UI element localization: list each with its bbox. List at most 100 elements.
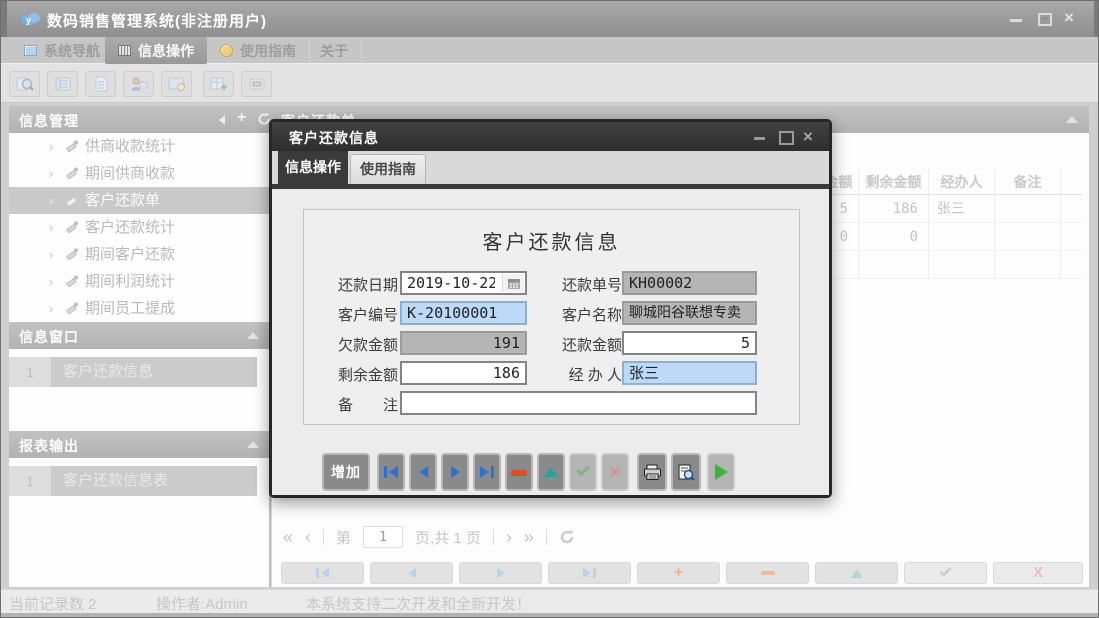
page-number-input[interactable] xyxy=(363,526,403,548)
tree-item-period-supplier[interactable]: › 期间供商收款 xyxy=(9,160,269,187)
item-number: 1 xyxy=(9,466,51,496)
remain-amount-field[interactable] xyxy=(400,361,527,385)
repay-amount-label: 还款金额 xyxy=(554,334,622,355)
debt-amount-label: 欠款金额 xyxy=(330,334,398,355)
tab-system-nav[interactable]: 系统导航 xyxy=(11,37,114,64)
list-icon[interactable] xyxy=(47,71,78,97)
dialog-tab-info-operation[interactable]: 信息操作 xyxy=(278,151,348,184)
cancel-button[interactable]: × xyxy=(601,453,629,491)
dialog-close-button[interactable]: × xyxy=(803,130,817,143)
dialog-body: 客户还款信息 还款日期 还款单号 KH00002 客户编号 xyxy=(272,189,829,495)
panel-header-info-window[interactable]: 信息窗口 xyxy=(9,322,269,349)
refresh-icon[interactable] xyxy=(559,529,575,545)
tree-item-label: 供商收款统计 xyxy=(85,133,175,160)
first-icon xyxy=(321,568,329,578)
confirm-button[interactable] xyxy=(569,453,597,491)
nav-add-button[interactable]: + xyxy=(637,562,720,584)
panel-collapse-left-icon[interactable] xyxy=(219,115,225,125)
document-icon[interactable] xyxy=(85,71,116,97)
nav-delete-button[interactable] xyxy=(726,562,809,584)
next-icon xyxy=(451,466,460,478)
status-message: 本系统支持二次开发和全新开发！ xyxy=(306,593,531,614)
remain-amount-input[interactable] xyxy=(402,363,525,383)
last-record-button[interactable] xyxy=(473,453,501,491)
user-icon[interactable] xyxy=(123,71,154,97)
col-remain-amount[interactable]: 剩余金额 xyxy=(859,169,929,194)
tree-item-period-profit[interactable]: › 期间利润统计 xyxy=(9,268,269,295)
dialog-title-bar[interactable]: 客户还款信息 × xyxy=(272,122,829,151)
operator-field[interactable]: 张三 xyxy=(622,361,757,385)
dialog-minimize-button[interactable] xyxy=(753,130,767,143)
nav-next-button[interactable] xyxy=(459,562,542,584)
minimize-button[interactable] xyxy=(1008,11,1024,25)
nav-last-button[interactable] xyxy=(548,562,631,584)
tree-item-supplier-stat[interactable]: › 供商收款统计 xyxy=(9,133,269,160)
tree-item-label: 期间员工提成 xyxy=(85,295,175,322)
panel-header-info-manage[interactable]: 信息管理 + xyxy=(9,106,269,133)
panel-collapse-icon[interactable] xyxy=(247,441,259,448)
nav-ok-button[interactable] xyxy=(904,562,987,584)
run-button[interactable] xyxy=(707,453,735,491)
next-page-button[interactable]: › xyxy=(506,527,512,547)
repay-date-field[interactable] xyxy=(400,271,527,295)
prev-page-button[interactable]: ‹ xyxy=(305,527,311,547)
tab-about[interactable]: 关于 xyxy=(307,37,362,64)
calendar-icon[interactable] xyxy=(502,274,524,292)
tab-user-guide[interactable]: 使用指南 xyxy=(207,37,310,64)
restore-button[interactable] xyxy=(1036,11,1052,25)
delete-button[interactable] xyxy=(505,453,533,491)
image-preview-icon[interactable] xyxy=(161,71,192,97)
dialog-maximize-button[interactable] xyxy=(778,130,792,143)
first-record-button[interactable] xyxy=(377,453,405,491)
tree-item-customer-repay-bill[interactable]: › 客户还款单 xyxy=(9,187,269,214)
tree-item-period-customer[interactable]: › 期间客户还款 xyxy=(9,241,269,268)
print-button[interactable] xyxy=(637,453,667,491)
panel-collapse-icon[interactable] xyxy=(247,332,259,339)
panel-collapse-icon[interactable] xyxy=(1066,116,1078,123)
dialog-tab-user-guide[interactable]: 使用指南 xyxy=(350,154,426,184)
form-title: 客户还款信息 xyxy=(304,226,799,255)
tree-item-period-commission[interactable]: › 期间员工提成 xyxy=(9,295,269,322)
edit-button[interactable] xyxy=(537,453,565,491)
window-title: 数码销售管理系统(非注册用户) xyxy=(47,10,267,31)
repay-amount-input[interactable] xyxy=(624,333,755,353)
add-button[interactable]: 增加 xyxy=(322,453,370,491)
chevron-right-icon: › xyxy=(49,187,53,214)
panel-header-report-output[interactable]: 报表输出 xyxy=(9,431,269,458)
nav-cancel-button[interactable]: X xyxy=(993,562,1083,584)
last-page-button[interactable]: » xyxy=(524,527,534,547)
tree-item-label: 期间利润统计 xyxy=(85,268,175,295)
remark-field[interactable] xyxy=(400,391,757,415)
bottom-strip xyxy=(1,613,1099,618)
col-remark[interactable]: 备注 xyxy=(995,169,1061,194)
tree-item-customer-repay-stat[interactable]: › 客户还款统计 xyxy=(9,214,269,241)
first-page-button[interactable]: « xyxy=(283,527,293,547)
first-icon xyxy=(389,466,398,478)
nav-first-button[interactable] xyxy=(281,562,364,584)
wand-icon xyxy=(65,166,79,180)
customer-no-field[interactable]: K-20100001 xyxy=(400,301,527,325)
minus-icon xyxy=(761,571,775,575)
remark-input[interactable] xyxy=(402,393,755,413)
print-preview-button[interactable] xyxy=(671,453,701,491)
nav-edit-button[interactable] xyxy=(815,562,898,584)
close-button[interactable]: × xyxy=(1064,11,1080,25)
prev-record-button[interactable] xyxy=(409,453,437,491)
list-item-customer-repay-info[interactable]: 1 客户还款信息 xyxy=(9,357,257,387)
archive-icon[interactable] xyxy=(241,71,272,97)
tab-info-operation[interactable]: 信息操作 xyxy=(105,37,207,64)
wand-icon xyxy=(65,301,79,315)
grid-icon xyxy=(118,45,131,56)
repay-date-input[interactable] xyxy=(402,273,500,293)
tree-item-label: 客户还款统计 xyxy=(85,214,175,241)
chevron-right-icon: › xyxy=(49,295,53,322)
repay-amount-field[interactable] xyxy=(622,331,757,355)
col-operator[interactable]: 经办人 xyxy=(929,169,995,194)
panel-add-icon[interactable]: + xyxy=(237,109,246,127)
search-icon[interactable] xyxy=(9,71,40,97)
nav-prev-button[interactable] xyxy=(370,562,453,584)
list-item-customer-repay-report[interactable]: 1 客户还款信息表 xyxy=(9,466,257,496)
wand-icon xyxy=(65,247,79,261)
table-add-icon[interactable] xyxy=(203,71,234,97)
next-record-button[interactable] xyxy=(441,453,469,491)
